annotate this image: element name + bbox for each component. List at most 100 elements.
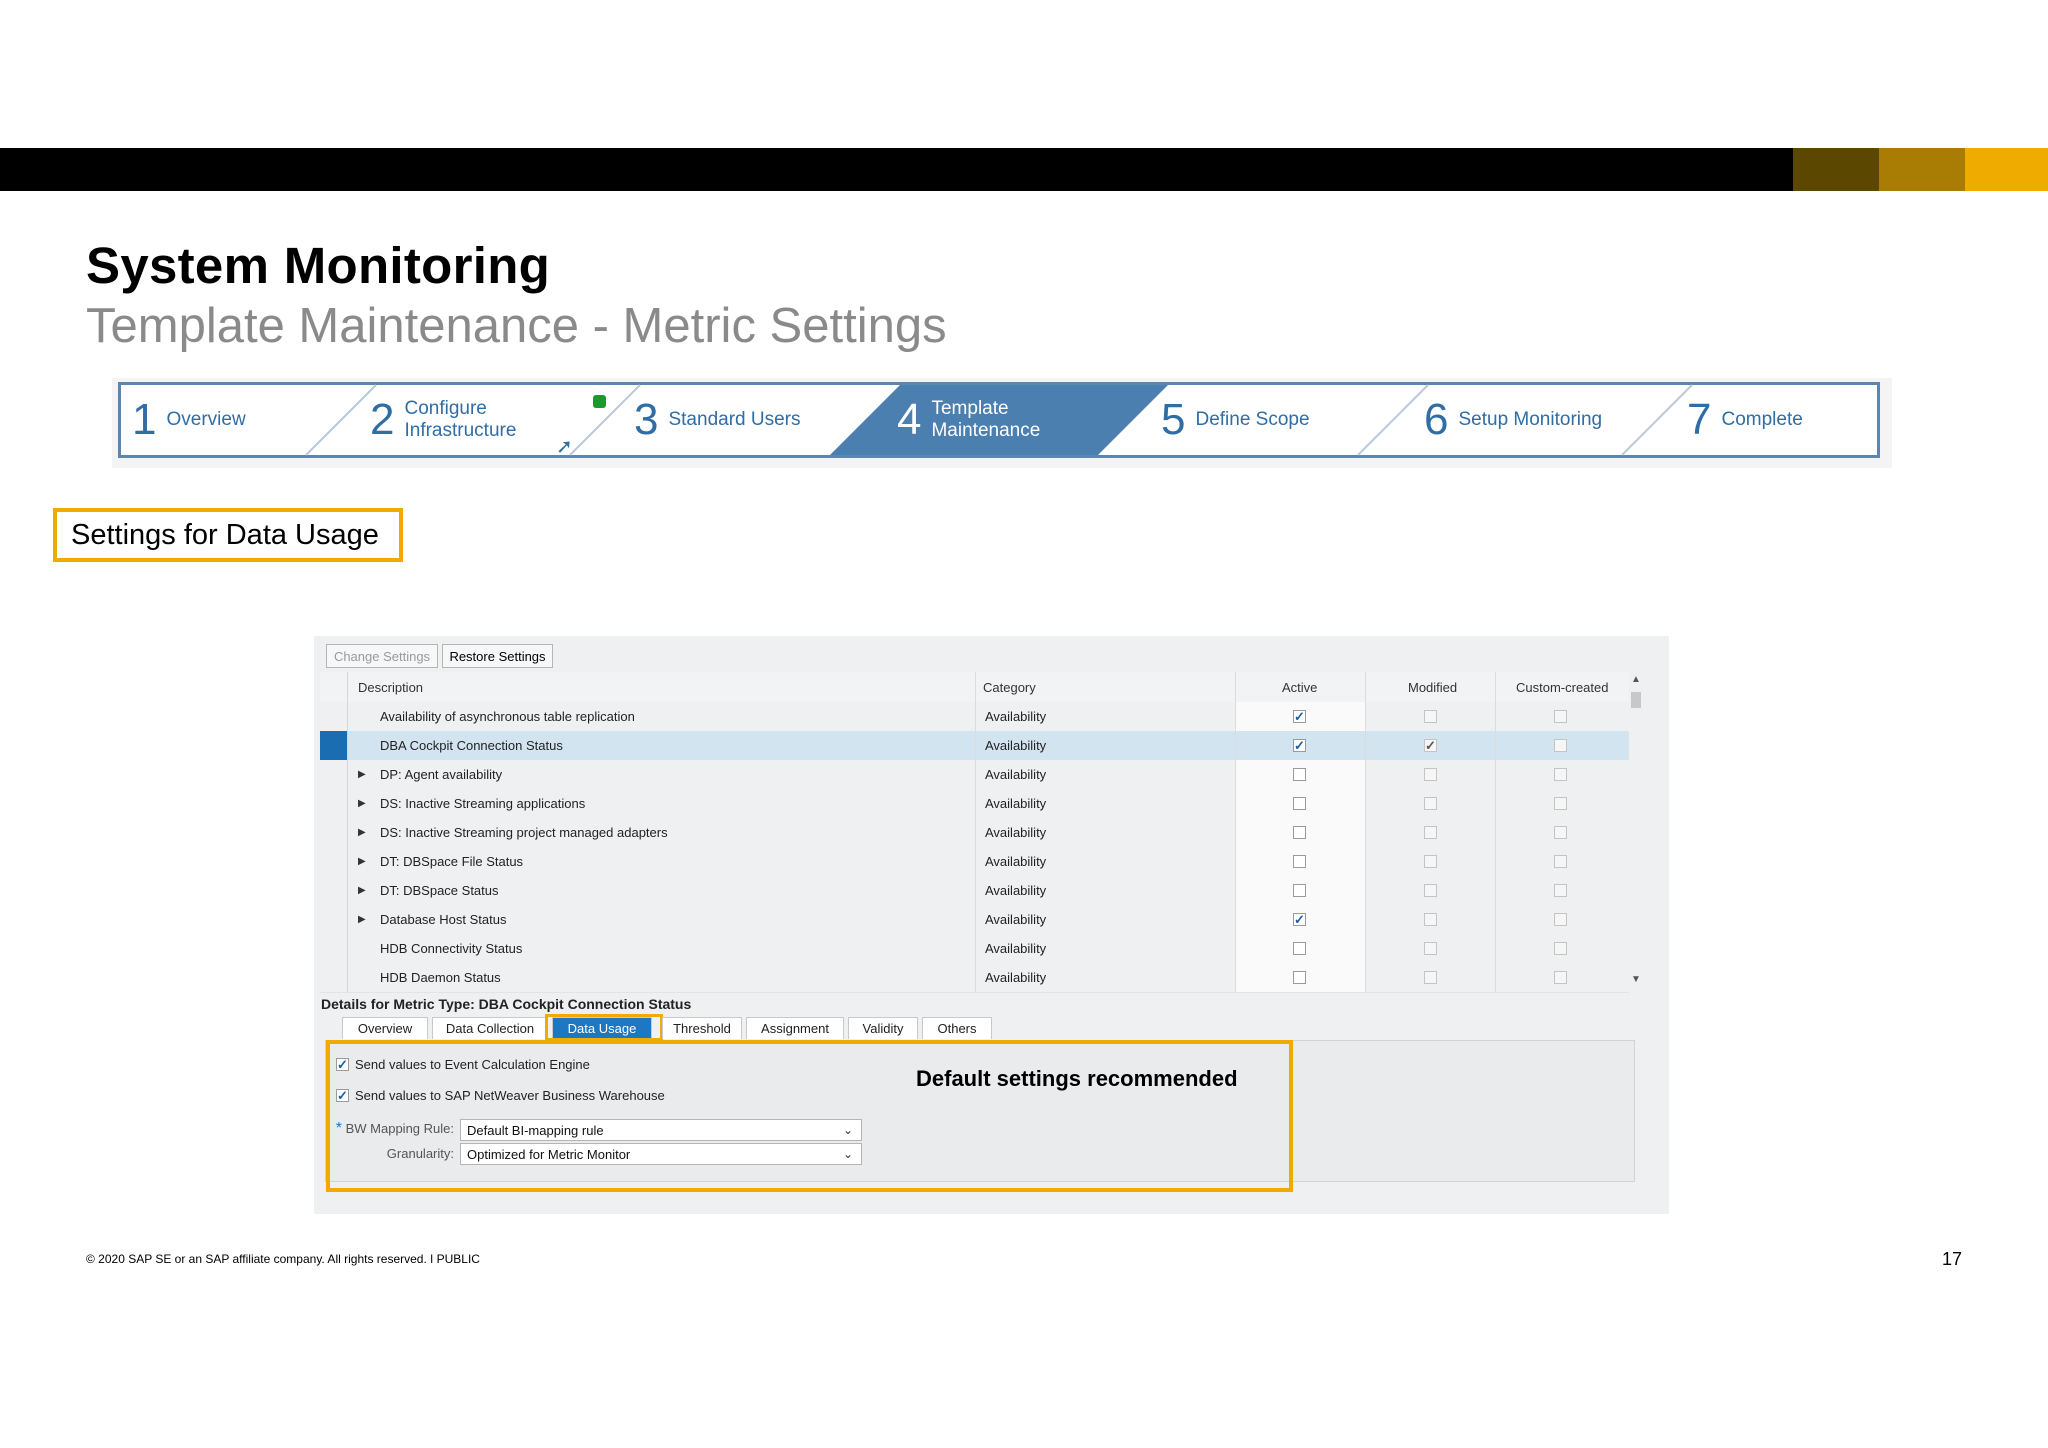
- expand-icon[interactable]: ▶: [358, 876, 366, 905]
- table-row[interactable]: ▶ DT: DBSpace File Status Availability: [320, 847, 1629, 877]
- checkbox-modified: [1424, 942, 1437, 955]
- tab-overview[interactable]: Overview: [342, 1017, 428, 1039]
- checkbox-custom-created: [1554, 710, 1567, 723]
- cell-description: DT: DBSpace File Status: [380, 854, 524, 869]
- checkbox-custom-created: [1554, 768, 1567, 781]
- row-selector[interactable]: [320, 876, 348, 905]
- checkbox-modified: [1424, 884, 1437, 897]
- details-title: Details for Metric Type: DBA Cockpit Con…: [321, 996, 692, 1012]
- row-selector[interactable]: [320, 702, 348, 731]
- table-row[interactable]: ▶ DS: Inactive Streaming project managed …: [320, 818, 1629, 848]
- change-settings-button[interactable]: Change Settings: [326, 644, 438, 668]
- cell-category: Availability: [985, 825, 1047, 840]
- page-number: 17: [1942, 1249, 1963, 1269]
- cell-description: Availability of asynchronous table repli…: [380, 709, 635, 724]
- cell-description: HDB Connectivity Status: [380, 941, 523, 956]
- row-selector[interactable]: [320, 847, 348, 876]
- table-scrollbar[interactable]: [1629, 672, 1643, 988]
- checkbox-active[interactable]: [1293, 942, 1306, 955]
- column-description[interactable]: Description: [358, 672, 423, 702]
- brand-block-light: [1965, 148, 2048, 191]
- expand-icon[interactable]: ▶: [358, 760, 366, 789]
- wizard-step-define-scope[interactable]: 5 Define Scope: [1161, 382, 1310, 458]
- row-selector[interactable]: [320, 934, 348, 963]
- tab-assignment[interactable]: Assignment: [746, 1017, 844, 1039]
- checkbox-active[interactable]: ✓: [1293, 913, 1306, 926]
- table-row[interactable]: HDB Connectivity Status Availability: [320, 934, 1629, 964]
- tab-validity[interactable]: Validity: [848, 1017, 918, 1039]
- wizard-step-overview[interactable]: 1 Overview: [132, 382, 246, 458]
- row-selector[interactable]: [320, 905, 348, 934]
- expand-icon[interactable]: ▶: [358, 905, 366, 934]
- cell-category: Availability: [985, 767, 1047, 782]
- cell-category: Availability: [985, 709, 1047, 724]
- wizard-step-setup-monitoring[interactable]: 6 Setup Monitoring: [1424, 382, 1602, 458]
- checkbox-active[interactable]: ✓: [1293, 739, 1306, 752]
- row-selector[interactable]: [320, 963, 348, 992]
- arrow-up-right-icon: ➚: [556, 436, 573, 458]
- column-active[interactable]: Active: [1282, 672, 1317, 702]
- select-all-cell[interactable]: [320, 672, 348, 702]
- table-row[interactable]: DBA Cockpit Connection Status Availabilit…: [320, 731, 1629, 761]
- row-selector[interactable]: [320, 731, 348, 760]
- tab-data-collection[interactable]: Data Collection: [432, 1017, 548, 1039]
- cell-description: DT: DBSpace Status: [380, 883, 499, 898]
- restore-settings-button[interactable]: Restore Settings: [442, 644, 553, 668]
- checkbox-modified: [1424, 826, 1437, 839]
- table-row[interactable]: ▶ Database Host Status Availability ✓: [320, 905, 1629, 935]
- wizard-step-standard-users[interactable]: 3 Standard Users: [634, 382, 801, 458]
- wizard-step-configure-infrastructure[interactable]: 2 Configure Infrastructure: [370, 382, 524, 458]
- brand-block-mid: [1879, 148, 1965, 191]
- cell-description: DS: Inactive Streaming applications: [380, 796, 586, 811]
- cell-category: Availability: [985, 796, 1047, 811]
- checkbox-custom-created: [1554, 826, 1567, 839]
- wizard-step-template-maintenance[interactable]: 4 Template Maintenance: [897, 382, 1051, 458]
- checkbox-modified: [1424, 797, 1437, 810]
- cell-description: DP: Agent availability: [380, 767, 503, 782]
- brand-bar: [0, 148, 2048, 191]
- checkbox-active[interactable]: [1293, 768, 1306, 781]
- cell-category: Availability: [985, 738, 1047, 753]
- cell-description: DS: Inactive Streaming project managed a…: [380, 825, 668, 840]
- status-ok-icon: [593, 395, 606, 408]
- table-row[interactable]: ▶ DS: Inactive Streaming applications Avai…: [320, 789, 1629, 819]
- checkbox-custom-created: [1554, 797, 1567, 810]
- checkbox-custom-created: [1554, 884, 1567, 897]
- slide-title: System Monitoring: [86, 237, 551, 294]
- expand-icon[interactable]: ▶: [358, 818, 366, 847]
- table-row[interactable]: HDB Daemon Status Availability: [320, 963, 1629, 993]
- cell-category: Availability: [985, 883, 1047, 898]
- footer-copyright: © 2020 SAP SE or an SAP affiliate compan…: [86, 1252, 480, 1266]
- row-selector[interactable]: [320, 789, 348, 818]
- tab-highlight: [545, 1014, 663, 1041]
- scrollbar-thumb[interactable]: [1631, 692, 1641, 708]
- expand-icon[interactable]: ▶: [358, 789, 366, 818]
- row-selector[interactable]: [320, 818, 348, 847]
- wizard-step-complete[interactable]: 7 Complete: [1687, 382, 1803, 458]
- checkbox-modified: ✓: [1424, 738, 1437, 753]
- checkbox-active[interactable]: [1293, 884, 1306, 897]
- cell-category: Availability: [985, 970, 1047, 985]
- cell-category: Availability: [985, 941, 1047, 956]
- checkbox-active[interactable]: [1293, 797, 1306, 810]
- column-category[interactable]: Category: [983, 672, 1036, 702]
- checkbox-active[interactable]: [1293, 971, 1306, 984]
- column-modified[interactable]: Modified: [1408, 672, 1457, 702]
- cell-description: Database Host Status: [380, 912, 507, 927]
- scroll-up-icon[interactable]: ▲: [1631, 674, 1641, 685]
- scroll-down-icon[interactable]: ▼: [1631, 974, 1641, 985]
- column-custom-created[interactable]: Custom-created: [1516, 672, 1608, 702]
- checkbox-custom-created: [1554, 739, 1567, 752]
- tab-others[interactable]: Others: [922, 1017, 992, 1039]
- checkbox-modified: [1424, 913, 1437, 926]
- table-row[interactable]: ▶ DP: Agent availability Availability: [320, 760, 1629, 790]
- cell-description: HDB Daemon Status: [380, 970, 501, 985]
- table-row[interactable]: Availability of asynchronous table repli…: [320, 702, 1629, 732]
- table-row[interactable]: ▶ DT: DBSpace Status Availability: [320, 876, 1629, 906]
- expand-icon[interactable]: ▶: [358, 847, 366, 876]
- checkbox-active[interactable]: [1293, 855, 1306, 868]
- tab-threshold[interactable]: Threshold: [662, 1017, 742, 1039]
- checkbox-active[interactable]: [1293, 826, 1306, 839]
- checkbox-active[interactable]: ✓: [1293, 710, 1306, 723]
- row-selector[interactable]: [320, 760, 348, 789]
